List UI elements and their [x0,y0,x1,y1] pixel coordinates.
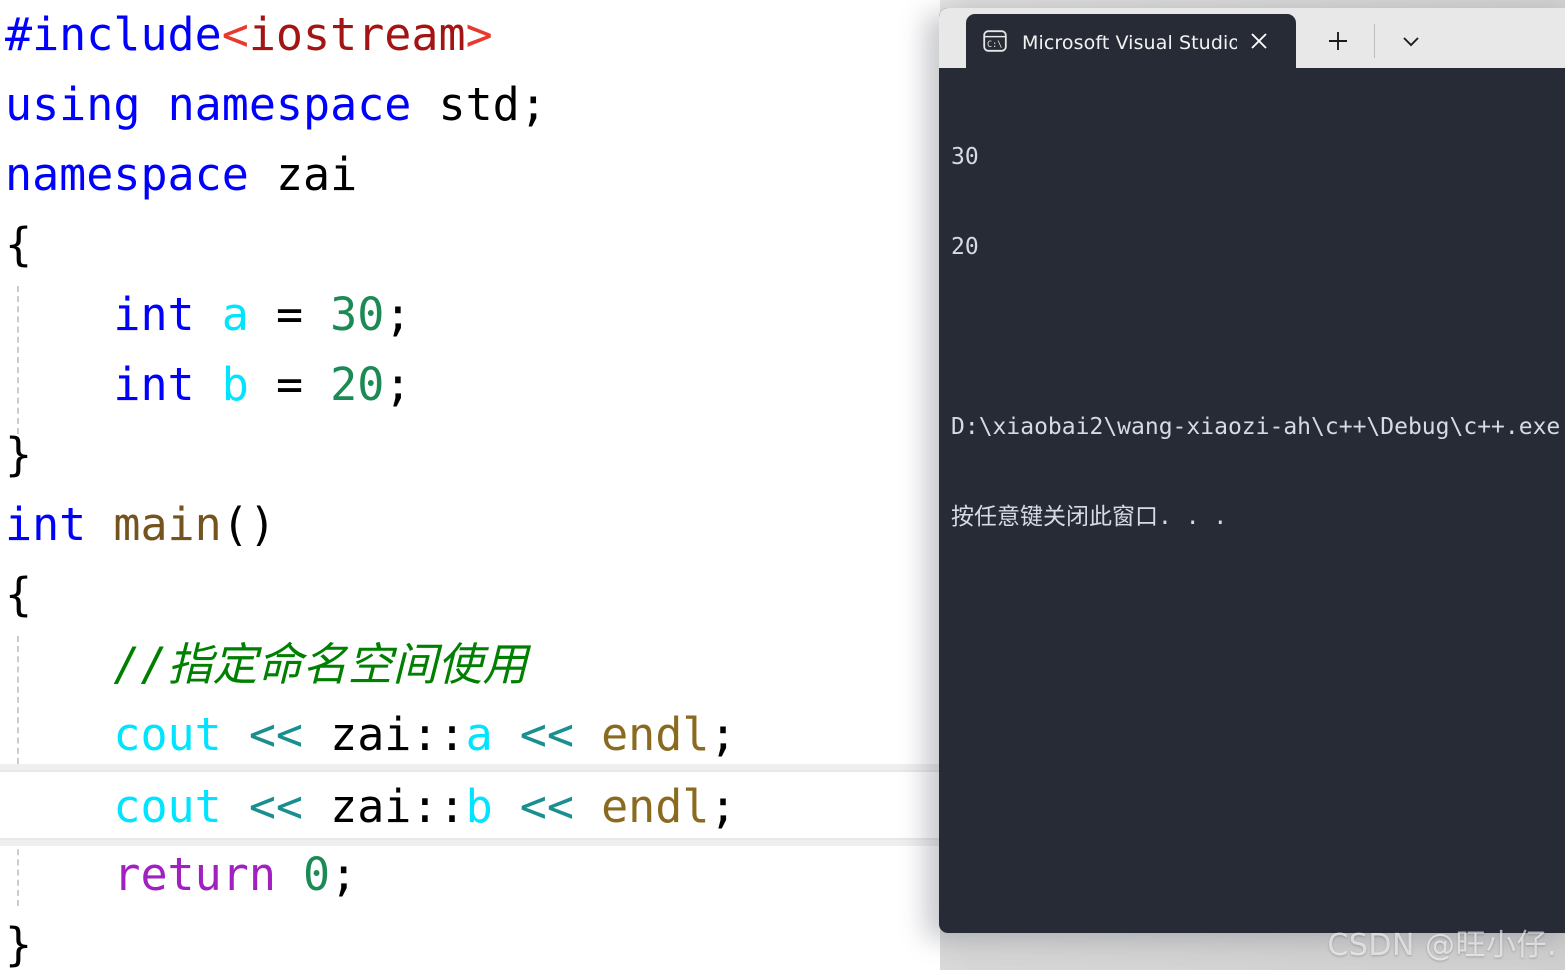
token-stream-operator: << [519,780,574,833]
token-comment: //指定命名空间使用 [113,638,528,691]
token-semicolon: ; [384,288,412,341]
token-number-20: 20 [330,358,385,411]
code-line[interactable]: cout << zai::a << endl; [0,700,940,770]
code-line-current[interactable]: cout << zai::b << endl; [0,770,940,840]
token-semicolon: ; [709,708,737,761]
token-semicolon: ; [709,780,737,833]
token-cout: cout [113,780,222,833]
terminal-output-line-prompt: 按任意键关闭此窗口. . . [951,504,1228,530]
token-keyword-int: int [5,498,87,551]
token-namespace-name: zai [275,148,358,201]
token-endl: endl [601,780,710,833]
toolbar-separator [1374,24,1375,58]
code-line[interactable]: int b = 20; [0,350,940,420]
code-line[interactable]: } [0,420,940,490]
token-assign: = [275,288,304,341]
code-line[interactable]: int main() [0,490,940,560]
token-keyword-namespace: namespace [167,78,412,131]
token-cout: cout [113,708,222,761]
new-tab-icon[interactable] [1314,21,1362,61]
terminal-output-line: 20 [951,234,979,260]
svg-text:C:\: C:\ [987,40,1002,50]
token-header-name: iostream [248,8,466,61]
chevron-down-icon[interactable] [1387,21,1435,61]
token-brace-close: } [5,428,33,481]
token-assign: = [275,358,304,411]
token-semicolon: ; [519,78,547,131]
watermark: CSDN @旺小仔. [1327,928,1557,963]
terminal-tabstrip[interactable]: C:\ Microsoft Visual Studio 调试控 [939,8,1565,68]
code-line[interactable]: { [0,210,940,280]
token-keyword-return: return [113,848,276,901]
token-std: std [438,78,520,131]
console-icon: C:\ [982,29,1008,53]
token-stream-operator: << [248,780,304,833]
token-brace-open: { [5,218,33,271]
token-parens: () [221,498,276,551]
code-area[interactable]: #include<iostream> using namespace std; … [0,0,940,970]
code-editor[interactable]: #include<iostream> using namespace std; … [0,0,940,970]
token-angle-close: > [465,8,493,61]
terminal-output-line: 30 [951,144,979,170]
token-number-0: 0 [303,848,331,901]
token-variable-b: b [221,358,249,411]
terminal-output-line-path: D:\xiaobai2\wang-xiaozi-ah\c++\Debug\c++… [951,414,1561,440]
token-stream-operator: << [519,708,574,761]
token-keyword-int: int [113,358,195,411]
token-namespace-qualifier: zai:: [330,780,466,833]
token-semicolon: ; [384,358,412,411]
token-brace-close: } [5,918,33,970]
terminal-tab-active[interactable]: C:\ Microsoft Visual Studio 调试控 [966,14,1296,68]
code-line[interactable]: //指定命名空间使用 [0,630,940,700]
terminal-window[interactable]: C:\ Microsoft Visual Studio 调试控 [939,8,1565,933]
terminal-tab-title: Microsoft Visual Studio 调试控 [1022,31,1237,54]
token-variable-a: a [221,288,249,341]
close-icon[interactable] [1237,19,1281,63]
token-keyword-using: using [5,78,141,131]
terminal-output-line-blank [951,322,1565,352]
token-endl: endl [601,708,710,761]
code-line[interactable]: } [0,910,940,970]
terminal-output[interactable]: 30 20 D:\xiaobai2\wang-xiaozi-ah\c++\Deb… [939,68,1565,933]
token-keyword-int: int [113,288,195,341]
token-semicolon: ; [330,848,358,901]
code-line[interactable]: using namespace std; [0,70,940,140]
token-keyword-namespace: namespace [5,148,249,201]
token-variable-a: a [465,708,493,761]
token-number-30: 30 [330,288,385,341]
code-line[interactable]: return 0; [0,840,940,910]
token-namespace-qualifier: zai:: [330,708,466,761]
code-line[interactable]: int a = 30; [0,280,940,350]
token-function-main: main [113,498,222,551]
token-stream-operator: << [248,708,304,761]
code-line[interactable]: namespace zai [0,140,940,210]
token-brace-open: { [5,568,33,621]
token-angle-open: < [221,8,249,61]
code-line[interactable]: { [0,560,940,630]
terminal-tab-actions [1296,14,1435,68]
token-preprocessor: #include [5,8,222,61]
screen-root: #include<iostream> using namespace std; … [0,0,1565,970]
code-line[interactable]: #include<iostream> [0,0,940,70]
token-variable-b: b [465,780,493,833]
